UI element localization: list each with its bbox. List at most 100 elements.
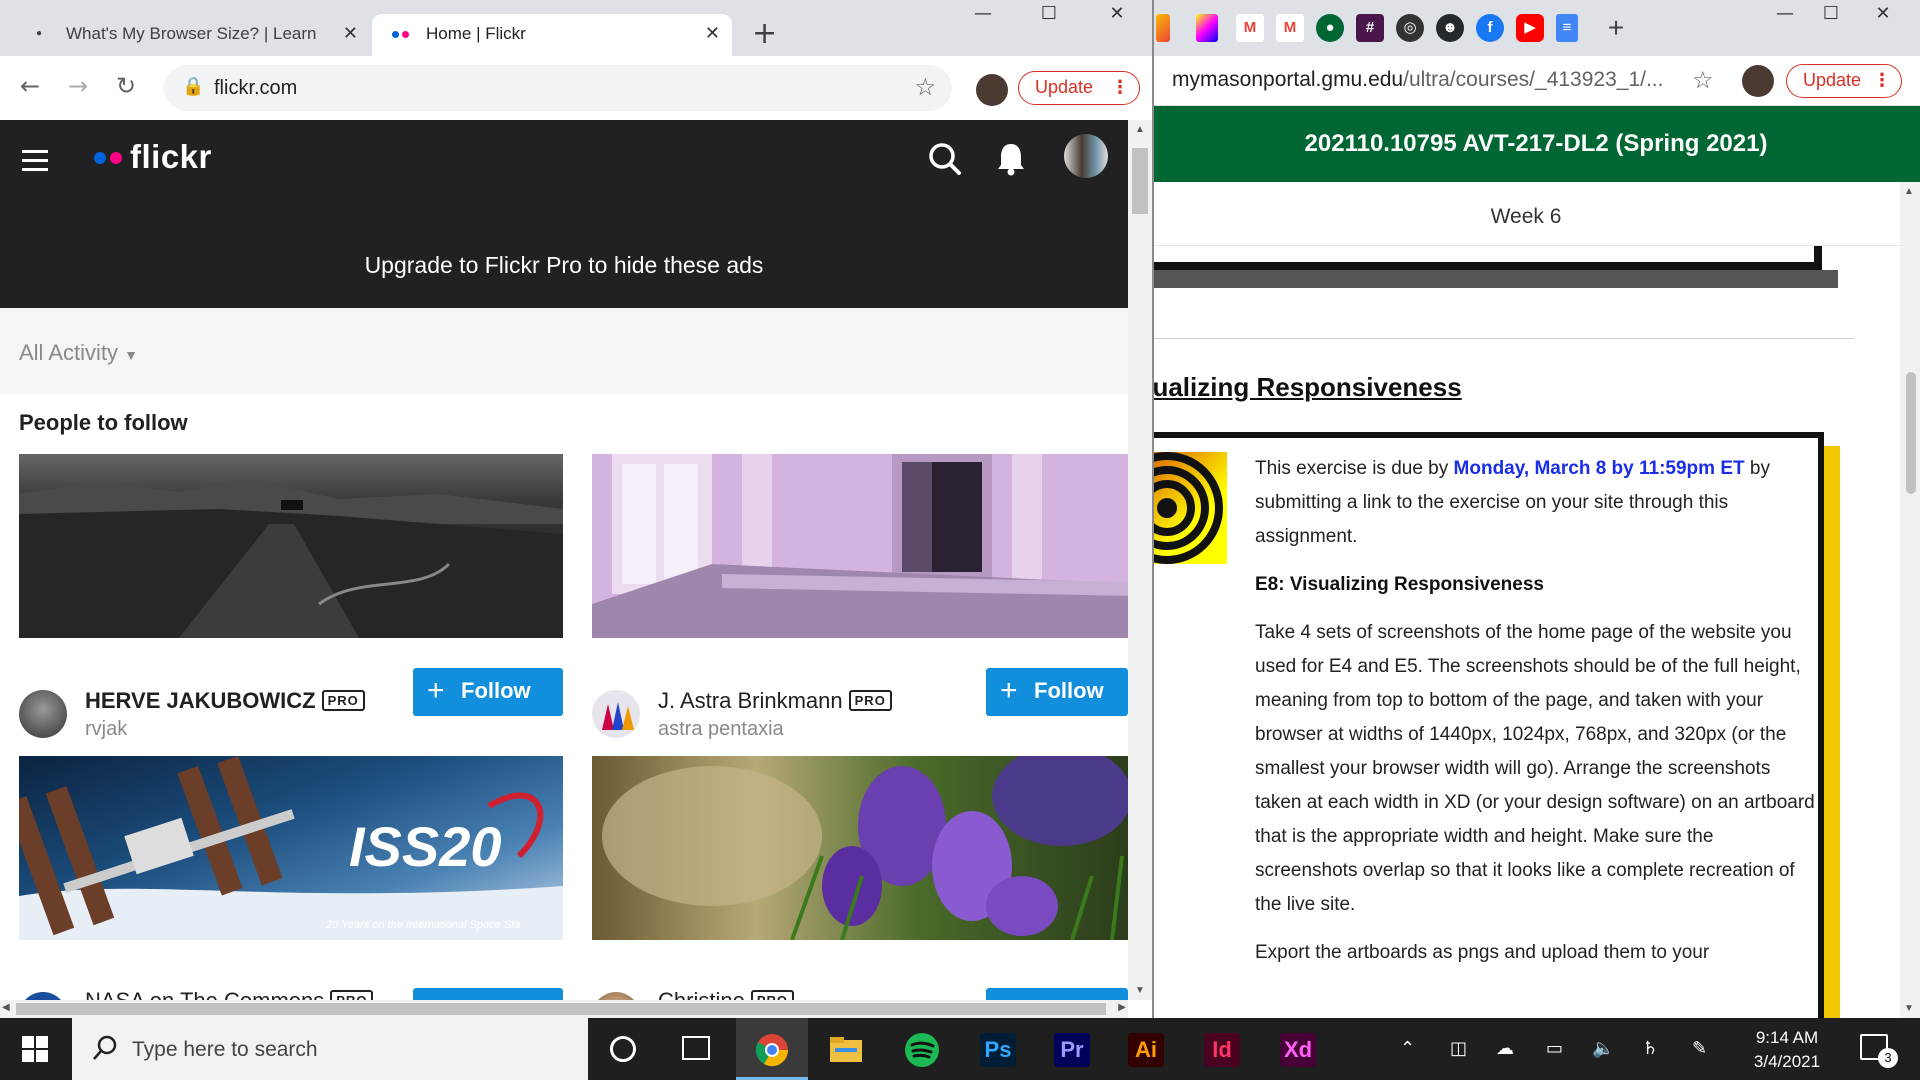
scrollbar-thumb[interactable] (1132, 148, 1148, 214)
activity-filter-dropdown[interactable]: All Activity ▼ (19, 340, 138, 366)
person-photo[interactable] (592, 756, 1128, 940)
scroll-right-icon[interactable]: ▶ (1118, 1002, 1126, 1013)
person-avatar[interactable] (592, 690, 640, 738)
tab-close-icon[interactable]: ✕ (343, 14, 358, 54)
person-name[interactable]: HERVE JAKUBOWICZ PRO (85, 688, 365, 714)
profile-avatar[interactable] (1742, 65, 1774, 97)
scroll-down-icon[interactable]: ▼ (1904, 1003, 1914, 1014)
bookmark-facebook-icon[interactable]: f (1476, 14, 1504, 42)
star-icon: ★ (19, 992, 67, 1000)
close-icon[interactable]: ✕ (1094, 0, 1140, 30)
bookmark-color-icon[interactable] (1196, 14, 1218, 42)
taskbar-xd-icon[interactable]: Xd (1262, 1018, 1334, 1080)
scrollbar-thumb[interactable] (1906, 372, 1916, 494)
maximize-icon[interactable]: ☐ (1026, 0, 1072, 30)
tab-close-icon[interactable]: ✕ (705, 14, 720, 54)
bookmark-slack-icon[interactable]: # (1356, 14, 1384, 42)
onedrive-cloud-icon[interactable]: ☁ (1496, 1038, 1514, 1059)
bookmark-gmail-2-icon[interactable]: M (1276, 14, 1304, 42)
tab-flickr[interactable]: Home | Flickr ✕ (372, 14, 732, 56)
person-avatar[interactable] (19, 690, 67, 738)
address-bar: mymasonportal.gmu.edu/ultra/courses/_413… (1152, 56, 1920, 106)
bookmark-youtube-icon[interactable]: ▶ (1516, 14, 1544, 42)
pen-icon[interactable]: ✎ (1692, 1038, 1707, 1059)
windows-start-icon[interactable] (22, 1036, 48, 1062)
user-avatar[interactable] (1064, 134, 1108, 178)
scroll-up-icon[interactable]: ▲ (1135, 124, 1145, 135)
taskbar-file-explorer-icon[interactable] (810, 1018, 882, 1080)
tab-title: What's My Browser Size? | Learn (66, 24, 317, 43)
taskbar-search-box[interactable]: Type here to search (72, 1018, 588, 1080)
scroll-down-icon[interactable]: ▼ (1135, 985, 1145, 996)
reload-icon[interactable]: ↻ (116, 72, 136, 100)
taskbar-clock[interactable]: 9:14 AM 3/4/2021 (1732, 1026, 1842, 1074)
bookmark-star-icon[interactable]: ☆ (914, 73, 936, 101)
taskbar-illustrator-icon[interactable]: Ai (1110, 1018, 1182, 1080)
person-photo[interactable] (19, 454, 563, 638)
taskbar-chrome-icon[interactable] (736, 1018, 808, 1080)
person-name[interactable]: NASA on The CommonsPRO (85, 988, 374, 1000)
taskbar-premiere-icon[interactable]: Pr (1036, 1018, 1108, 1080)
task-view-icon[interactable] (682, 1036, 710, 1060)
tab-browser-size[interactable]: ● What's My Browser Size? | Learn ✕ (18, 14, 370, 56)
usb-device-icon[interactable]: ◫ (1450, 1038, 1467, 1059)
notification-center-icon[interactable]: 3 (1860, 1034, 1898, 1068)
wifi-icon[interactable]: ♄ (1642, 1038, 1658, 1059)
url-field[interactable]: mymasonportal.gmu.edu/ultra/courses/_413… (1172, 68, 1663, 92)
follow-button[interactable]: +Follow (986, 668, 1128, 716)
page-scrollbar[interactable]: ▲ ▼ (1128, 120, 1152, 1000)
volume-icon[interactable]: 🔈 (1592, 1038, 1614, 1059)
scroll-up-icon[interactable]: ▲ (1904, 186, 1914, 197)
upgrade-ad-banner[interactable]: Upgrade to Flickr Pro to hide these ads (0, 252, 1128, 279)
taskbar-indesign-icon[interactable]: Id (1186, 1018, 1258, 1080)
search-icon[interactable] (928, 142, 962, 181)
person-avatar[interactable]: ★ (19, 992, 67, 1000)
profile-avatar[interactable] (976, 74, 1008, 106)
horizontal-scrollbar[interactable]: ◀ ▶ (0, 1000, 1128, 1018)
caret-down-icon: ▼ (124, 347, 139, 363)
taskbar-photoshop-icon[interactable]: Ps (962, 1018, 1034, 1080)
taskbar-spotify-icon[interactable] (886, 1018, 958, 1080)
minimize-icon[interactable]: — (1762, 0, 1808, 30)
battery-icon[interactable]: ▭ (1546, 1038, 1563, 1059)
forward-icon[interactable]: → (68, 72, 88, 100)
bookmark-github-icon[interactable]: ☻ (1436, 14, 1464, 42)
follow-button[interactable]: +Follow (986, 988, 1128, 1000)
new-tab-icon[interactable]: + (1602, 14, 1630, 42)
bookmark-docs-icon[interactable]: ≡ (1556, 14, 1578, 42)
person-avatar[interactable] (592, 992, 640, 1000)
update-button[interactable]: Update ⋮ (1786, 64, 1902, 98)
omnibox[interactable]: 🔒 flickr.com ☆ (164, 65, 952, 111)
person-photo[interactable] (592, 454, 1128, 638)
maximize-icon[interactable]: ☐ (1808, 0, 1854, 30)
activity-filter-bar: All Activity ▼ (0, 308, 1128, 394)
page-scrollbar[interactable]: ▲ ▼ (1900, 182, 1920, 1018)
bookmark-globe-icon[interactable]: ◎ (1396, 14, 1424, 42)
bookmark-gmail-icon[interactable]: M (1236, 14, 1264, 42)
person-photo[interactable]: ISS20 20 Years on the International Spac… (19, 756, 563, 940)
bookmark-star-icon[interactable]: ☆ (1692, 66, 1714, 94)
hamburger-menu-icon[interactable] (22, 150, 48, 171)
bookmark-gmu-icon[interactable]: ● (1316, 14, 1344, 42)
close-icon[interactable]: ✕ (1860, 0, 1906, 30)
show-hidden-icons-icon[interactable]: ⌃ (1400, 1038, 1415, 1059)
flickr-logo[interactable]: flickr (130, 138, 212, 176)
search-icon (92, 1034, 118, 1067)
flickr-logo-pink-dot (110, 152, 122, 164)
url-field[interactable]: flickr.com (214, 77, 297, 100)
pro-badge: PRO (321, 690, 365, 711)
scroll-left-icon[interactable]: ◀ (2, 1002, 10, 1013)
back-icon[interactable]: ← (20, 72, 40, 100)
iss-caption: 20 Years on the International Space Sta (325, 919, 520, 931)
follow-button[interactable]: +Follow (413, 988, 563, 1000)
bookmark-pencil-icon[interactable] (1156, 14, 1170, 42)
person-name[interactable]: ChristinePRO (658, 988, 794, 1000)
minimize-icon[interactable]: — (960, 0, 1006, 30)
notifications-bell-icon[interactable] (996, 142, 1026, 181)
cortana-icon[interactable] (610, 1036, 636, 1062)
person-name[interactable]: J. Astra Brinkmann PRO (658, 688, 892, 714)
scrollbar-thumb[interactable] (16, 1003, 1106, 1015)
new-tab-icon[interactable]: + (752, 16, 777, 51)
follow-button[interactable]: +Follow (413, 668, 563, 716)
update-button[interactable]: Update ⋮ (1018, 71, 1140, 105)
